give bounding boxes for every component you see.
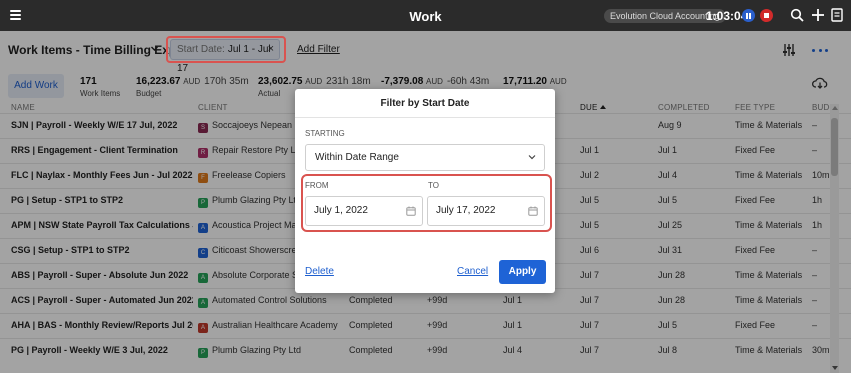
from-label: FROM: [305, 181, 329, 190]
from-date-value: July 1, 2022: [314, 205, 368, 216]
range-type-value: Within Date Range: [315, 152, 399, 163]
calendar-icon[interactable]: [528, 206, 538, 216]
stop-timer-button[interactable]: [760, 9, 773, 22]
to-date-input[interactable]: July 17, 2022: [427, 196, 545, 226]
range-type-select[interactable]: Within Date Range: [305, 144, 545, 171]
pause-icon: [746, 12, 748, 19]
delete-filter-link[interactable]: Delete: [305, 266, 334, 277]
chevron-down-icon: [528, 155, 536, 160]
filter-modal: Filter by Start Date STARTING Within Dat…: [295, 89, 555, 293]
document-icon[interactable]: [830, 8, 844, 22]
to-label: TO: [428, 181, 439, 190]
apply-button[interactable]: Apply: [499, 260, 546, 284]
menu-icon[interactable]: [10, 10, 21, 20]
modal-divider: [295, 117, 555, 118]
filter-chip-highlight: [166, 36, 286, 63]
to-date-value: July 17, 2022: [436, 205, 496, 216]
pause-timer-button[interactable]: [742, 9, 755, 22]
cancel-link[interactable]: Cancel: [457, 266, 488, 277]
plus-icon[interactable]: [811, 8, 825, 22]
from-date-input[interactable]: July 1, 2022: [305, 196, 423, 226]
starting-label: STARTING: [305, 129, 345, 138]
modal-title: Filter by Start Date: [380, 98, 470, 109]
search-icon[interactable]: [790, 8, 804, 22]
top-bar: Work Evolution Cloud Accounting 1:03:04: [0, 0, 851, 31]
calendar-icon[interactable]: [406, 206, 416, 216]
stop-icon: [764, 13, 769, 18]
